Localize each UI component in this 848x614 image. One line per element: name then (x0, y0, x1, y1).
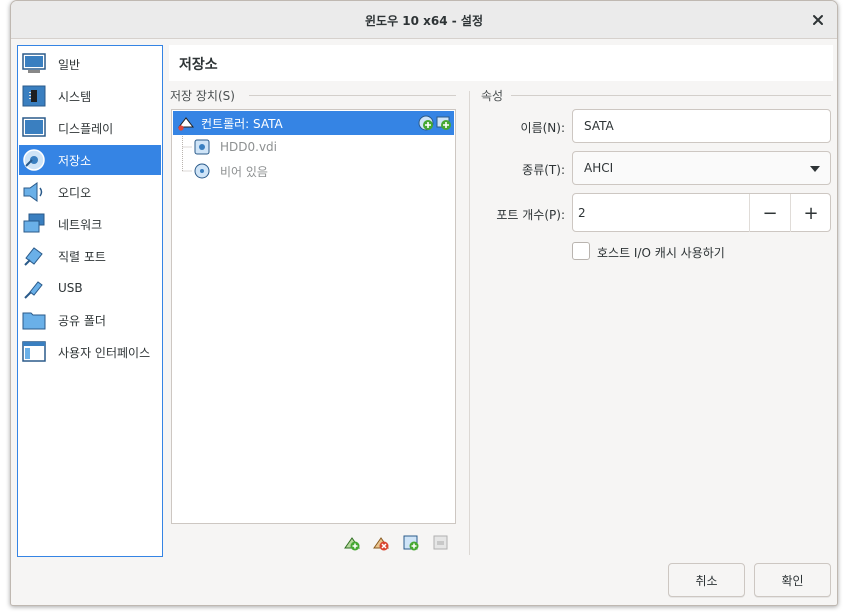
remove-controller-button[interactable] (371, 533, 391, 553)
plus-icon: + (803, 202, 819, 224)
sidebar-item-usb[interactable]: USB (19, 273, 161, 303)
cancel-button[interactable]: 취소 (668, 563, 745, 597)
sidebar-item-system[interactable]: 시스템 (19, 81, 161, 111)
vertical-separator (469, 91, 470, 555)
type-select-value: AHCI (584, 161, 614, 175)
type-select[interactable]: AHCI (572, 151, 831, 185)
sidebar-item-general[interactable]: 일반 (19, 49, 161, 79)
sidebar-item-storage[interactable]: 저장소 (19, 145, 161, 175)
sidebar-item-label: 공유 폴더 (58, 313, 106, 328)
audio-icon (22, 180, 46, 204)
hard-disk-icon (194, 139, 210, 155)
host-io-cache-label: 호스트 I/O 캐시 사용하기 (597, 246, 725, 260)
port-count-label: 포트 개수(P): (496, 208, 565, 222)
hard-disk-label: HDD0.vdi (220, 140, 278, 154)
close-button[interactable] (805, 7, 831, 33)
storage-icon (22, 148, 46, 172)
page-header: 저장소 (169, 45, 833, 81)
controller-icon (177, 115, 197, 131)
settings-window: 윈도우 10 x64 - 설정 일반 시스템 디스플레이 저장소 오디오 네트워… (10, 0, 838, 606)
sidebar-item-label: USB (58, 281, 83, 295)
sidebar-item-user-interface[interactable]: 사용자 인터페이스 (19, 337, 161, 367)
sidebar-item-label: 일반 (58, 57, 81, 72)
host-io-cache-checkbox[interactable] (572, 242, 590, 260)
title-bar: 윈도우 10 x64 - 설정 (11, 1, 837, 39)
sidebar-item-label: 저장소 (58, 153, 92, 168)
name-field[interactable]: SATA (572, 109, 831, 143)
settings-sidebar: 일반 시스템 디스플레이 저장소 오디오 네트워크 직렬 포트 USB 공유 폴… (17, 45, 163, 557)
minus-icon: − (762, 202, 778, 224)
controller-label: 컨트롤러: SATA (201, 116, 283, 131)
general-icon (22, 52, 46, 76)
sidebar-item-label: 사용자 인터페이스 (58, 345, 151, 360)
tree-item-hard-disk[interactable]: HDD0.vdi (194, 135, 453, 159)
page-title: 저장소 (179, 57, 218, 73)
cancel-button-label: 취소 (695, 573, 718, 588)
sidebar-item-label: 직렬 포트 (58, 249, 106, 264)
add-hard-disk-icon[interactable] (418, 115, 434, 134)
add-controller-button[interactable] (342, 533, 362, 553)
port-count-value[interactable]: 2 (578, 206, 586, 220)
tree-item-optical-drive[interactable]: 비어 있음 (194, 159, 453, 183)
remove-controller-icon (373, 537, 389, 551)
system-icon (22, 84, 46, 108)
usb-icon (22, 276, 46, 300)
sidebar-item-display[interactable]: 디스플레이 (19, 113, 161, 143)
name-field-value: SATA (584, 119, 614, 133)
increment-button[interactable]: + (790, 194, 831, 232)
add-optical-drive-icon[interactable] (436, 115, 452, 134)
attributes-label: 속성 (481, 89, 504, 103)
sidebar-item-label: 디스플레이 (58, 121, 114, 136)
attributes-divider (511, 95, 831, 96)
close-icon (813, 15, 823, 25)
sidebar-item-network[interactable]: 네트워크 (19, 209, 161, 239)
storage-devices-label: 저장 장치(S) (170, 89, 235, 103)
window-title: 윈도우 10 x64 - 설정 (364, 14, 484, 28)
shared-folder-icon (22, 308, 46, 332)
name-label: 이름(N): (520, 121, 565, 135)
remove-attachment-icon (433, 535, 448, 550)
add-attachment-icon (403, 535, 419, 551)
sidebar-item-audio[interactable]: 오디오 (19, 177, 161, 207)
display-icon (22, 116, 46, 140)
sidebar-item-serial-port[interactable]: 직렬 포트 (19, 241, 161, 271)
ok-button[interactable]: 확인 (754, 563, 831, 597)
tree-item-controller-sata[interactable]: 컨트롤러: SATA (173, 111, 454, 135)
storage-tree[interactable]: 컨트롤러: SATA HDD0.vdi 비어 있음 (171, 109, 456, 524)
serial-port-icon (22, 244, 46, 268)
type-label: 종류(T): (522, 163, 565, 177)
sidebar-item-label: 네트워크 (58, 217, 103, 232)
optical-disc-icon (194, 163, 210, 179)
sidebar-item-label: 오디오 (58, 185, 92, 200)
port-count-stepper[interactable]: 2 − + (572, 193, 831, 232)
sidebar-item-label: 시스템 (58, 89, 92, 104)
remove-attachment-button[interactable] (431, 533, 451, 553)
ok-button-label: 확인 (781, 573, 804, 588)
decrement-button[interactable]: − (749, 194, 790, 232)
optical-drive-label: 비어 있음 (220, 164, 268, 179)
storage-devices-divider (249, 95, 456, 96)
network-icon (22, 212, 46, 236)
sidebar-item-shared-folder[interactable]: 공유 폴더 (19, 305, 161, 335)
user-interface-icon (22, 340, 46, 364)
add-attachment-button[interactable] (401, 533, 421, 553)
chevron-down-icon (810, 166, 820, 172)
add-controller-icon (344, 537, 360, 551)
